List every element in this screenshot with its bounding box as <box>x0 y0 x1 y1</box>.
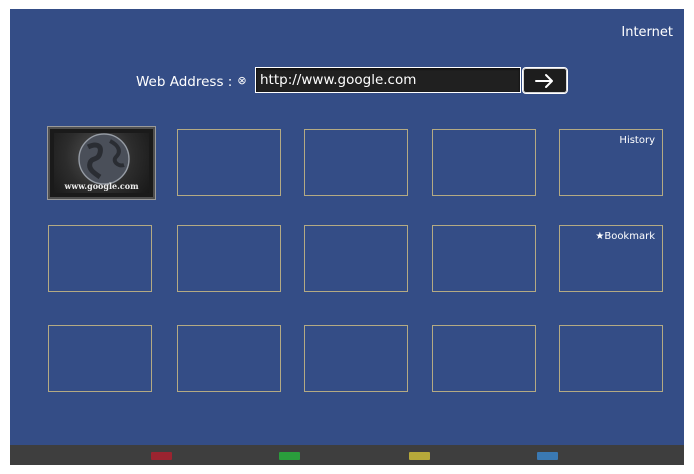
tile-empty[interactable] <box>177 225 281 292</box>
address-bar: Web Address : ⊗ http://www.google.com <box>136 67 576 95</box>
blue-key[interactable] <box>537 452 558 460</box>
tile-empty[interactable] <box>432 325 536 392</box>
tile-empty[interactable] <box>177 129 281 196</box>
tile-empty[interactable] <box>559 325 663 392</box>
internet-screen: Internet Web Address : ⊗ http://www.goog… <box>10 9 684 465</box>
url-input[interactable]: http://www.google.com <box>255 67 521 93</box>
thumbnail-caption: www.google.com <box>64 181 139 191</box>
red-key[interactable] <box>151 452 172 460</box>
tile-empty[interactable] <box>177 325 281 392</box>
tile-empty[interactable] <box>48 325 152 392</box>
tile-empty[interactable] <box>432 129 536 196</box>
arrow-right-icon <box>535 74 553 88</box>
bookmark-label: ★Bookmark <box>595 231 655 242</box>
green-key[interactable] <box>279 452 300 460</box>
go-button[interactable] <box>522 67 568 94</box>
web-address-label: Web Address : <box>136 74 233 90</box>
tile-empty[interactable] <box>304 129 408 196</box>
tile-google-thumbnail[interactable]: www.google.com <box>48 127 155 199</box>
tile-empty[interactable] <box>48 225 152 292</box>
tile-history[interactable]: History <box>559 129 663 196</box>
clear-icon[interactable]: ⊗ <box>236 75 248 87</box>
tile-empty[interactable] <box>432 225 536 292</box>
tile-bookmark[interactable]: ★Bookmark <box>559 225 663 292</box>
tile-empty[interactable] <box>304 225 408 292</box>
color-key-bar <box>10 445 684 465</box>
page-title: Internet <box>621 25 673 40</box>
tile-empty[interactable] <box>304 325 408 392</box>
yellow-key[interactable] <box>409 452 430 460</box>
history-label: History <box>619 135 655 146</box>
